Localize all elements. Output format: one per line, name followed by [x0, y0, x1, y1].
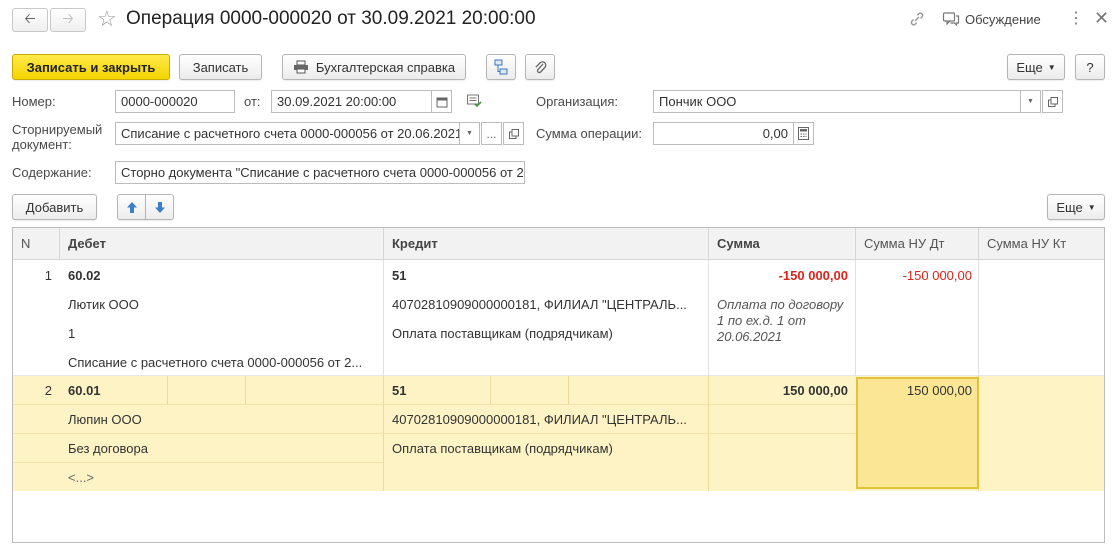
storno-select-button[interactable]: ...	[481, 122, 502, 145]
arrow-up-icon	[126, 201, 137, 213]
debit-subconto-3: <...>	[68, 470, 95, 485]
printer-icon	[293, 60, 308, 74]
forward-arrow-icon: 🡢	[62, 10, 74, 26]
close-icon[interactable]: ✕	[1094, 8, 1109, 29]
help-button[interactable]: ?	[1075, 54, 1105, 80]
number-label: Номер:	[12, 94, 56, 109]
discussion-label: Обсуждение	[965, 11, 1041, 27]
arrow-down-icon	[154, 201, 165, 213]
sum-nu-dt-value: 150 000,00	[906, 383, 972, 398]
calculator-icon	[798, 127, 809, 140]
sum-value: 150 000,00	[782, 383, 848, 398]
content-label: Содержание:	[12, 165, 92, 180]
sum-comment: Оплата по договору 1 по ех.д. 1 от 20.06…	[717, 297, 844, 344]
column-header-credit[interactable]: Кредит	[384, 228, 709, 260]
row-number: 2	[44, 383, 52, 398]
page-title: Операция 0000-000020 от 30.09.2021 20:00…	[126, 8, 536, 29]
credit-subconto-2: Оплата поставщикам (подрядчикам)	[392, 326, 613, 341]
more-menu-button[interactable]: Еще ▼	[1007, 54, 1065, 80]
chevron-down-icon: ▼	[1087, 202, 1096, 212]
save-button[interactable]: Записать	[179, 54, 262, 80]
credit-subconto-2: Оплата поставщикам (подрядчикам)	[392, 441, 613, 456]
column-header-debit[interactable]: Дебет	[60, 228, 384, 260]
back-button[interactable]: 🡠	[12, 8, 48, 32]
debit-subconto-1: Люпин ООО	[68, 412, 142, 427]
debit-account: 60.02	[68, 268, 101, 283]
paperclip-icon	[535, 61, 547, 74]
operation-sum-field[interactable]: 0,00	[653, 122, 794, 145]
forward-button[interactable]: 🡢	[50, 8, 86, 32]
calendar-icon	[436, 97, 447, 107]
table-more-button[interactable]: Еще ▼	[1047, 194, 1105, 220]
debit-subconto-2: 1	[68, 326, 76, 341]
link-icon[interactable]	[908, 10, 926, 31]
storno-dropdown-button[interactable]: ▼	[459, 122, 480, 145]
move-up-button[interactable]	[117, 194, 146, 220]
add-row-button[interactable]: Добавить	[12, 194, 97, 220]
back-arrow-icon: 🡠	[24, 10, 36, 26]
structure-button[interactable]	[486, 54, 516, 80]
storno-open-button[interactable]	[503, 122, 524, 145]
debit-subconto-3: Списание с расчетного счета 0000-000056 …	[68, 355, 363, 370]
structure-icon	[494, 59, 508, 75]
column-header-n[interactable]: N	[13, 228, 60, 260]
credit-account: 51	[392, 383, 407, 398]
number-field[interactable]: 0000-000020	[115, 90, 235, 113]
attachments-button[interactable]	[525, 54, 555, 80]
organization-field[interactable]: Пончик ООО	[653, 90, 1021, 113]
column-header-sum[interactable]: Сумма	[709, 228, 856, 260]
open-icon	[1047, 96, 1058, 107]
calendar-button[interactable]	[431, 90, 452, 113]
chevron-down-icon: ▼	[1047, 62, 1056, 72]
entries-table[interactable]: N Дебет Кредит Сумма Сумма НУ Дт Сумма Н…	[12, 227, 1105, 543]
credit-subconto-1: 40702810909000000181, ФИЛИАЛ "ЦЕНТРАЛЬ..…	[392, 297, 687, 312]
credit-account: 51	[392, 268, 407, 283]
table-header: N Дебет Кредит Сумма Сумма НУ Дт Сумма Н…	[13, 228, 1104, 260]
save-and-close-button[interactable]: Записать и закрыть	[12, 54, 170, 80]
organization-open-button[interactable]	[1042, 90, 1063, 113]
discussion-icon	[942, 12, 960, 27]
credit-subconto-1: 40702810909000000181, ФИЛИАЛ "ЦЕНТРАЛЬ..…	[392, 412, 687, 427]
organization-dropdown-button[interactable]: ▼	[1020, 90, 1041, 113]
accounting-report-button[interactable]: Бухгалтерская справка	[282, 54, 466, 80]
chevron-down-icon: ▼	[1027, 98, 1034, 105]
column-header-sum-nu-kt[interactable]: Сумма НУ Кт	[979, 228, 1104, 260]
favorite-star-icon[interactable]: ☆	[97, 6, 117, 32]
chevron-down-icon: ▼	[466, 130, 473, 137]
column-header-sum-nu-dt[interactable]: Сумма НУ Дт	[856, 228, 979, 260]
document-icon[interactable]	[466, 93, 482, 112]
debit-subconto-2: Без договора	[68, 441, 148, 456]
storno-document-label: Сторнируемый документ:	[12, 122, 103, 152]
calculator-button[interactable]	[793, 122, 814, 145]
more-vertical-icon[interactable]: ⋮	[1068, 10, 1084, 28]
storno-document-field[interactable]: Списание с расчетного счета 0000-000056 …	[115, 122, 460, 145]
date-field[interactable]: 30.09.2021 20:00:00	[271, 90, 434, 113]
debit-account: 60.01	[68, 383, 101, 398]
open-icon	[508, 128, 519, 139]
discussion-button[interactable]: Обсуждение	[942, 11, 1041, 27]
move-down-button[interactable]	[145, 194, 174, 220]
row-number: 1	[44, 268, 52, 283]
organization-label: Организация:	[536, 94, 619, 109]
table-row[interactable]: 1 60.02 Лютик ООО 1 Списание с расчетног…	[13, 260, 1104, 376]
operation-sum-label: Сумма операции:	[536, 126, 642, 141]
sum-nu-dt-value: -150 000,00	[902, 268, 972, 283]
content-field[interactable]: Сторно документа "Списание с расчетного …	[115, 161, 525, 184]
debit-subconto-1: Лютик ООО	[68, 297, 139, 312]
sum-value: -150 000,00	[778, 268, 848, 283]
table-row-selected[interactable]: 2 60.01 Люпин ООО Без договора <...> 51 …	[13, 376, 1104, 491]
date-label: от:	[244, 94, 261, 109]
